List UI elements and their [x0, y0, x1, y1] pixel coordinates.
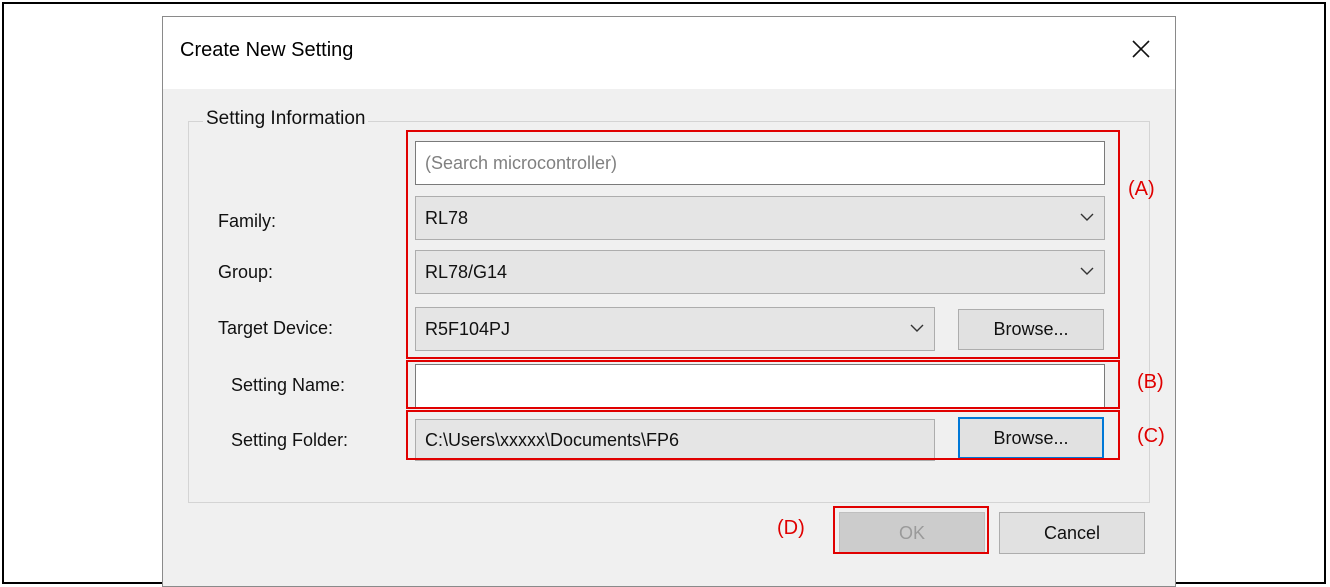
target-device-label: Target Device: — [218, 318, 334, 338]
annotation-box-c — [406, 410, 1120, 460]
annotation-label-d: (D) — [777, 517, 805, 539]
annotation-label-b: (B) — [1137, 371, 1164, 393]
close-icon — [1132, 40, 1150, 58]
annotation-box-d — [833, 506, 989, 554]
annotation-box-b — [406, 360, 1120, 409]
dialog-titlebar: Create New Setting — [163, 17, 1175, 89]
annotation-label-c: (C) — [1137, 425, 1165, 447]
setting-name-label: Setting Name: — [231, 375, 346, 395]
group-label: Group: — [218, 262, 274, 282]
family-label: Family: — [218, 211, 276, 231]
annotation-box-a — [406, 130, 1120, 359]
cancel-button[interactable]: Cancel — [999, 512, 1145, 554]
annotation-label-a: (A) — [1128, 178, 1155, 200]
close-button[interactable] — [1127, 33, 1155, 65]
groupbox-legend: Setting Information — [203, 108, 369, 130]
setting-folder-label: Setting Folder: — [231, 430, 349, 450]
dialog-title: Create New Setting — [180, 39, 354, 61]
